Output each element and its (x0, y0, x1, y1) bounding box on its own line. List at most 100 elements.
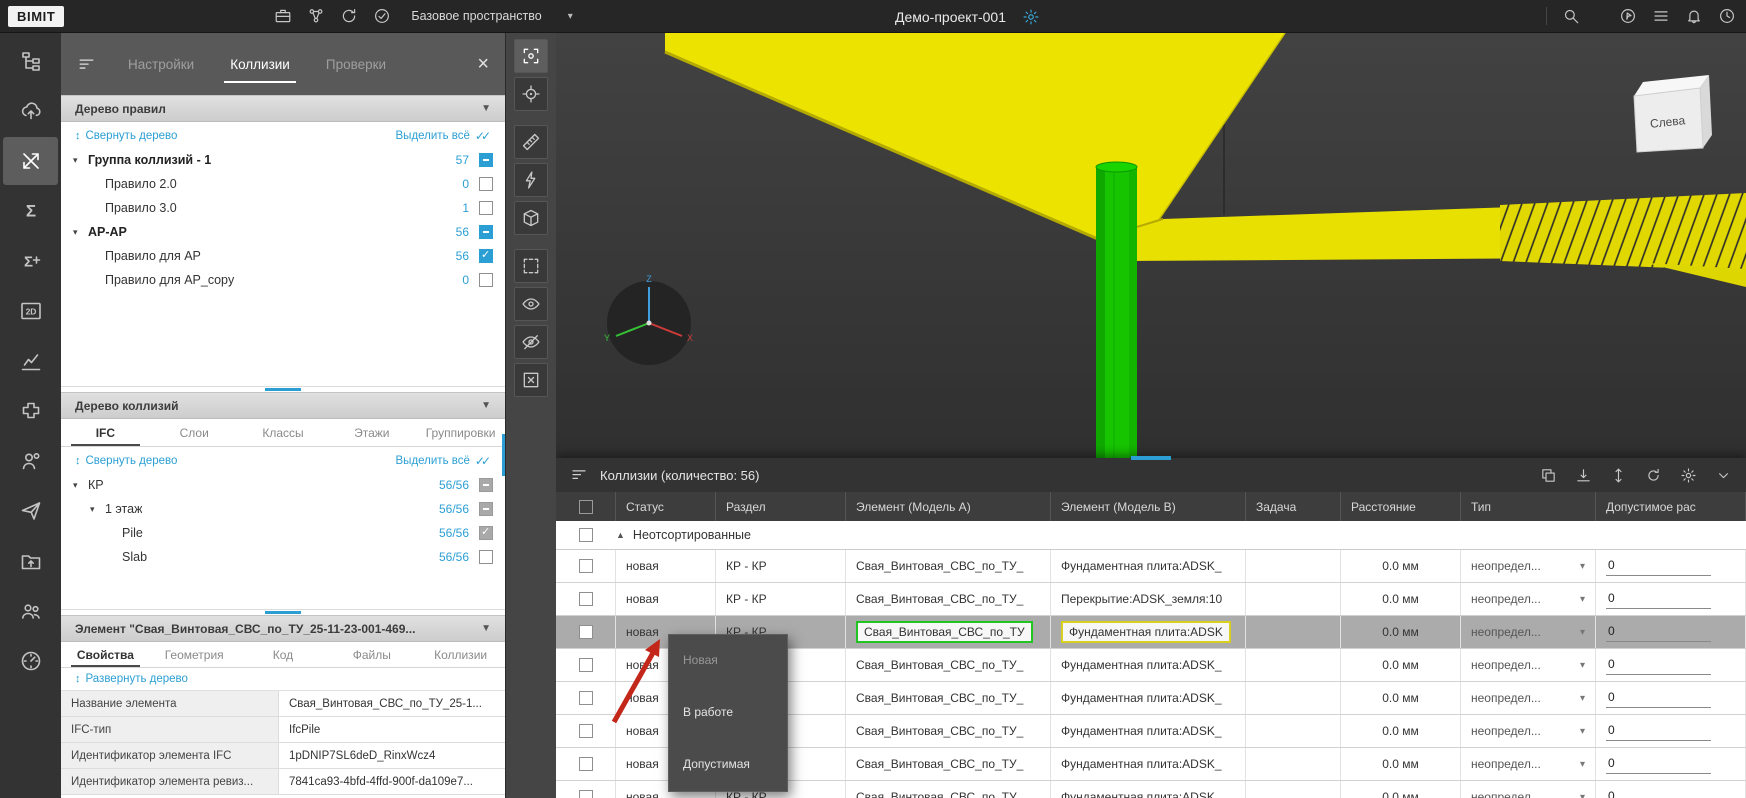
panel-menu-icon[interactable] (77, 55, 96, 74)
row-checkbox[interactable] (579, 625, 593, 639)
type-dropdown[interactable]: неопредел...▾ (1461, 781, 1596, 798)
panel-tab-1[interactable]: Настройки (122, 33, 200, 95)
section-box-button[interactable] (514, 201, 548, 235)
row-checkbox[interactable] (579, 559, 593, 573)
column-header-5[interactable]: Задача (1246, 492, 1341, 521)
tree-item[interactable]: Pile 56/56 (61, 521, 505, 545)
column-header-3[interactable]: Элемент (Модель A) (846, 492, 1051, 521)
row-checkbox[interactable] (579, 790, 593, 798)
notifications-bell-button[interactable] (1685, 7, 1703, 25)
allowed-distance-field[interactable]: 0 (1596, 682, 1746, 714)
caret-down-icon[interactable]: ▾ (73, 480, 88, 491)
export-model-button[interactable] (3, 537, 58, 585)
search-button[interactable] (1562, 7, 1580, 25)
sync-status-button[interactable] (340, 7, 358, 25)
tree-item-checkbox[interactable] (479, 177, 493, 191)
tree-item[interactable]: ▾ 1 этаж 56/56 (61, 497, 505, 521)
panel-tab-2[interactable]: Коллизии (224, 33, 296, 95)
hide-eye-button[interactable] (514, 325, 548, 359)
type-dropdown[interactable]: неопредел...▾ (1461, 649, 1596, 681)
structure-tree-button[interactable] (3, 37, 58, 85)
share-send-button[interactable] (3, 487, 58, 535)
history-clock-button[interactable] (1718, 7, 1736, 25)
type-dropdown[interactable]: неопредел...▾ (1461, 682, 1596, 714)
row-checkbox[interactable] (579, 724, 593, 738)
property-value[interactable]: 7841ca93-4bfd-4ffd-900f-da109e7... (279, 769, 505, 795)
publish-cloud-button[interactable] (3, 87, 58, 135)
allowed-distance-field[interactable]: 0 (1596, 649, 1746, 681)
collision-tree-header[interactable]: Дерево коллизий ▼ (61, 392, 505, 419)
isolate-box-button[interactable] (514, 363, 548, 397)
property-value[interactable]: IfcPile (279, 717, 505, 743)
collapse-tree-link[interactable]: ↕Свернуть дерево (75, 130, 177, 142)
collision-tree-tab-2[interactable]: Слои (150, 419, 239, 446)
element-tab-5[interactable]: Коллизии (416, 642, 505, 667)
panel-drag-handle[interactable] (1131, 456, 1171, 460)
collapse-group-icon[interactable]: ▲ (616, 530, 625, 540)
tree-item-checkbox[interactable] (479, 550, 493, 564)
tree-item-checkbox[interactable] (479, 526, 493, 540)
section-resize-handle[interactable] (61, 609, 505, 615)
select-all-checkbox[interactable] (579, 500, 593, 514)
column-header-8[interactable]: Допустимое рас (1596, 492, 1746, 521)
tree-item-checkbox[interactable] (479, 201, 493, 215)
pile-element[interactable] (1096, 162, 1137, 459)
row-checkbox[interactable] (579, 757, 593, 771)
checks-done-button[interactable] (373, 7, 391, 25)
element-tab-3[interactable]: Код (239, 642, 328, 667)
context-menu-item[interactable]: Допустимая (669, 753, 787, 775)
allowed-distance-field[interactable]: 0 (1596, 781, 1746, 798)
tree-item[interactable]: Правило для АР_copy 0 (61, 268, 505, 292)
zoom-selection-button[interactable] (514, 39, 548, 73)
allowed-distance-field[interactable]: 0 (1596, 583, 1746, 615)
row-height-button[interactable] (1610, 467, 1627, 484)
tree-item[interactable]: Правило 3.0 1 (61, 196, 505, 220)
collapse-tree-link[interactable]: ↕Свернуть дерево (75, 455, 177, 467)
allowed-distance-field[interactable]: 0 (1596, 748, 1746, 780)
fit-width-button[interactable] (1575, 467, 1592, 484)
project-settings-button[interactable] (1022, 8, 1040, 26)
team-network-button[interactable] (307, 7, 325, 25)
expand-tree-link[interactable]: ↕Развернуть дерево (75, 673, 188, 685)
measure-button[interactable] (514, 125, 548, 159)
element-tab-1[interactable]: Свойства (61, 642, 150, 667)
collaboration-users-button[interactable] (3, 587, 58, 635)
row-checkbox[interactable] (579, 658, 593, 672)
navigate-button[interactable] (1619, 7, 1637, 25)
allowed-distance-field[interactable]: 0 (1596, 715, 1746, 747)
caret-down-icon[interactable]: ▾ (90, 504, 105, 515)
collapse-section-icon[interactable]: ▼ (473, 103, 491, 114)
tree-item-checkbox[interactable] (479, 502, 493, 516)
collision-row[interactable]: новая КР - КР Свая_Винтовая_СВС_по_ТУ_ П… (556, 583, 1746, 616)
tree-item-checkbox[interactable] (479, 249, 493, 263)
select-all-link[interactable]: Выделить всё✓✓ (396, 129, 491, 143)
group-row[interactable]: ▲Неотсортированные (556, 521, 1746, 550)
property-value[interactable]: 1pDNIP7SL6deD_RinxWcz4 (279, 743, 505, 769)
user-assign-button[interactable] (3, 437, 58, 485)
tree-item[interactable]: ▾ Группа коллизий - 1 57 (61, 148, 505, 172)
type-dropdown[interactable]: неопредел...▾ (1461, 748, 1596, 780)
row-checkbox[interactable] (579, 691, 593, 705)
section-resize-handle[interactable] (61, 386, 505, 392)
panel-tab-3[interactable]: Проверки (320, 33, 392, 95)
tree-item[interactable]: ▾ АР-АР 56 (61, 220, 505, 244)
show-eye-button[interactable] (514, 287, 548, 321)
context-menu-item[interactable]: В работе (669, 701, 787, 723)
checks-sigma-button[interactable]: Σ (3, 187, 58, 235)
tree-item[interactable]: Slab 56/56 (61, 545, 505, 569)
tree-item-checkbox[interactable] (479, 225, 493, 239)
caret-down-icon[interactable]: ▾ (73, 155, 88, 166)
panel-splitter-handle[interactable] (502, 434, 505, 476)
refresh-button[interactable] (1645, 467, 1662, 484)
tree-item[interactable]: Правило 2.0 0 (61, 172, 505, 196)
collision-tree-tab-3[interactable]: Классы (239, 419, 328, 446)
column-header-4[interactable]: Элемент (Модель B) (1051, 492, 1246, 521)
property-value[interactable]: Свая_Винтовая_СВС_по_ТУ_25-1... (279, 691, 505, 717)
allowed-distance-field[interactable]: 0 (1596, 550, 1746, 582)
group-checkbox[interactable] (579, 528, 593, 542)
collapse-chevron-button[interactable] (1715, 467, 1732, 484)
select-all-link[interactable]: Выделить всё✓✓ (396, 454, 491, 468)
type-dropdown[interactable]: неопредел...▾ (1461, 583, 1596, 615)
view-cube[interactable]: Слева (1634, 75, 1712, 152)
row-checkbox[interactable] (579, 592, 593, 606)
